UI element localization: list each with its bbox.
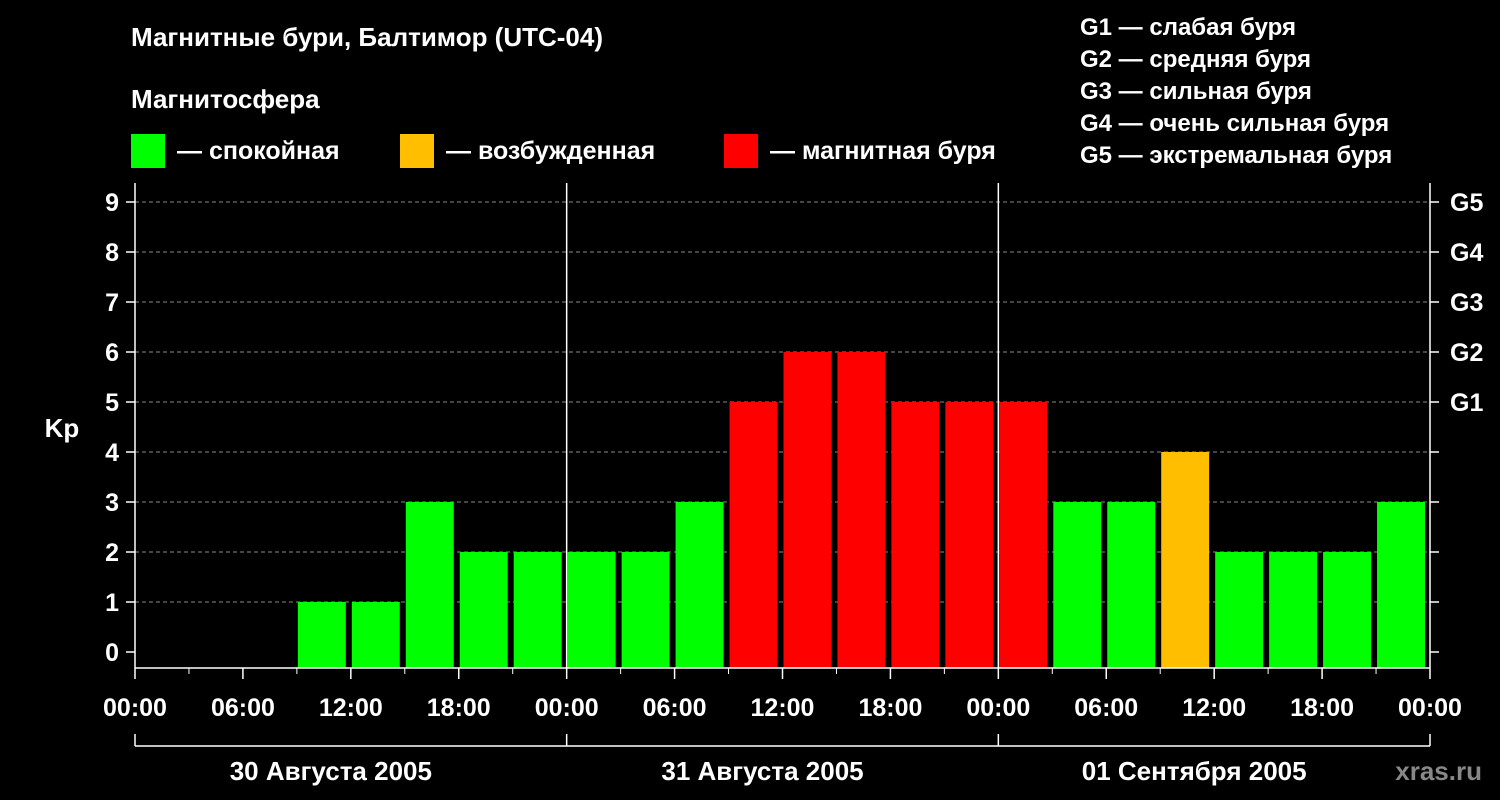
x-tick-label: 00:00 — [966, 694, 1030, 722]
y-tick-label: 5 — [105, 389, 119, 417]
x-tick-label: 12:00 — [751, 694, 815, 722]
kp-bar — [1161, 452, 1210, 668]
kp-bar — [1053, 502, 1102, 668]
y-tick-label: 2 — [105, 539, 119, 567]
x-tick-label: 00:00 — [1398, 694, 1462, 722]
kp-bar — [1107, 502, 1156, 668]
kp-bar — [297, 602, 346, 668]
y-tick-label: 1 — [105, 589, 119, 617]
y-axis-label: Kp — [45, 413, 80, 443]
kp-bar — [891, 402, 940, 668]
date-label: 31 Августа 2005 — [661, 756, 863, 786]
kp-bar — [513, 552, 562, 668]
watermark: xras.ru — [1395, 756, 1482, 786]
y-tick-label: 0 — [105, 639, 119, 667]
kp-bar — [675, 502, 724, 668]
kp-bar — [459, 552, 508, 668]
kp-bar — [621, 552, 670, 668]
x-tick-label: 18:00 — [427, 694, 491, 722]
x-tick-label: 06:00 — [211, 694, 275, 722]
y-tick-label: 7 — [105, 289, 119, 317]
y2-tick-label-g5: G5 — [1450, 189, 1483, 217]
x-tick-label: 12:00 — [1182, 694, 1246, 722]
y-tick-label: 3 — [105, 489, 119, 517]
x-tick-label: 18:00 — [858, 694, 922, 722]
kp-bar — [999, 402, 1048, 668]
y-tick-label: 9 — [105, 189, 119, 217]
x-tick-label: 00:00 — [103, 694, 167, 722]
kp-bar — [729, 402, 778, 668]
y-tick-label: 4 — [105, 439, 119, 467]
kp-bar — [1323, 552, 1372, 668]
kp-bar — [351, 602, 400, 668]
x-tick-label: 06:00 — [643, 694, 707, 722]
kp-bar — [945, 402, 994, 668]
y-tick-label: 6 — [105, 339, 119, 367]
y2-tick-label-g4: G4 — [1450, 239, 1483, 267]
x-tick-label: 06:00 — [1074, 694, 1138, 722]
y2-tick-label-g3: G3 — [1450, 289, 1483, 317]
date-label: 30 Августа 2005 — [230, 756, 432, 786]
x-tick-label: 12:00 — [319, 694, 383, 722]
x-tick-label: 18:00 — [1290, 694, 1354, 722]
y2-tick-label-g2: G2 — [1450, 339, 1483, 367]
date-label: 01 Сентября 2005 — [1082, 756, 1307, 786]
kp-bar — [1215, 552, 1264, 668]
kp-bar — [405, 502, 454, 668]
y-tick-label: 8 — [105, 239, 119, 267]
kp-bar — [1377, 502, 1425, 668]
y2-tick-label-g1: G1 — [1450, 389, 1483, 417]
x-tick-label: 00:00 — [535, 694, 599, 722]
kp-bar — [1269, 552, 1318, 668]
kp-bar — [837, 352, 886, 668]
kp-bar — [567, 552, 616, 668]
kp-chart: 0 1 2 3 4 5 6 7 8 9 G1 G2 G3 G4 G5 Kp 00:00 06:00 12:00 18:… — [45, 183, 1483, 786]
kp-bar — [783, 352, 832, 668]
